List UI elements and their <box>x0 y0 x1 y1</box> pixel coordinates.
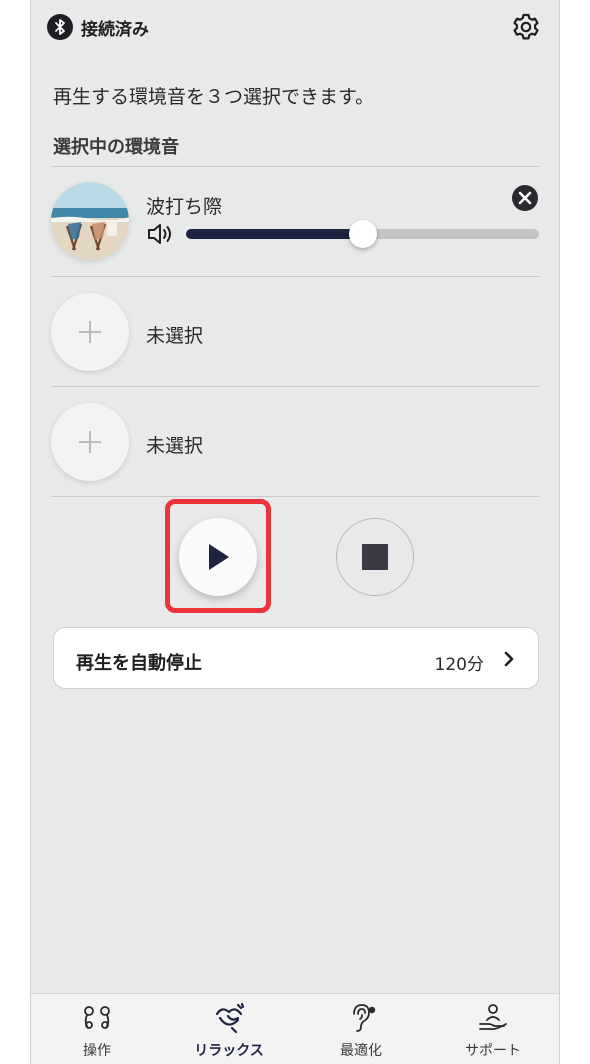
intro-text: 再生する環境音を３つ選択できます。 <box>53 86 375 108</box>
section-title: 選択中の環境音 <box>53 137 179 158</box>
plus-icon <box>79 431 101 453</box>
play-button[interactable] <box>179 518 257 596</box>
volume-slider-fill <box>186 229 363 239</box>
sound-slot-3: 未選択 <box>51 388 539 496</box>
speaker-icon <box>146 222 174 246</box>
auto-stop-label: 再生を自動停止 <box>76 653 202 674</box>
divider <box>51 166 539 167</box>
bottom-nav: 操作 リラックス 最適化 サポート <box>31 993 559 1064</box>
add-sound-button[interactable] <box>51 293 129 371</box>
nav-label: リラックス <box>194 1043 264 1059</box>
connection-status-label: 接続済み <box>81 19 149 40</box>
plus-icon <box>79 321 101 343</box>
sound-name: 波打ち際 <box>146 196 223 218</box>
add-sound-button[interactable] <box>51 403 129 481</box>
gear-icon[interactable] <box>511 12 541 42</box>
support-hand-icon <box>479 1004 507 1031</box>
earbuds-icon <box>84 1006 110 1029</box>
nav-label: サポート <box>465 1043 521 1059</box>
divider <box>51 496 539 497</box>
stop-icon <box>362 544 388 570</box>
nav-label: 操作 <box>83 1043 111 1059</box>
play-icon <box>209 544 229 570</box>
connection-status: 接続済み <box>47 12 149 42</box>
nav-item-control[interactable]: 操作 <box>31 994 163 1064</box>
sound-slot-2: 未選択 <box>51 278 539 386</box>
slot-empty-label: 未選択 <box>146 435 204 457</box>
nav-label: 最適化 <box>340 1043 382 1059</box>
app-window: 接続済み 再生する環境音を３つ選択できます。 選択中の環境音 波打ち際 未選択 … <box>30 0 560 1064</box>
nav-item-optimize[interactable]: 最適化 <box>295 994 427 1064</box>
sound-thumbnail[interactable] <box>51 182 129 260</box>
volume-slider[interactable] <box>186 220 539 248</box>
auto-stop-value: 120分 <box>434 655 484 675</box>
nav-item-relax[interactable]: リラックス <box>163 994 295 1064</box>
bluetooth-icon <box>47 14 73 40</box>
slot-empty-label: 未選択 <box>146 325 204 347</box>
relax-bird-icon <box>215 1002 245 1034</box>
stop-button[interactable] <box>336 518 414 596</box>
volume-control <box>146 220 539 248</box>
auto-stop-setting[interactable]: 再生を自動停止 120分 <box>53 627 539 689</box>
volume-slider-handle[interactable] <box>348 220 377 248</box>
remove-sound-button[interactable] <box>511 184 539 212</box>
ear-icon <box>353 1004 376 1032</box>
sound-slot-1: 波打ち際 <box>51 168 539 276</box>
nav-item-support[interactable]: サポート <box>427 994 559 1064</box>
divider <box>51 276 539 277</box>
divider <box>51 386 539 387</box>
chevron-right-icon <box>504 651 514 667</box>
